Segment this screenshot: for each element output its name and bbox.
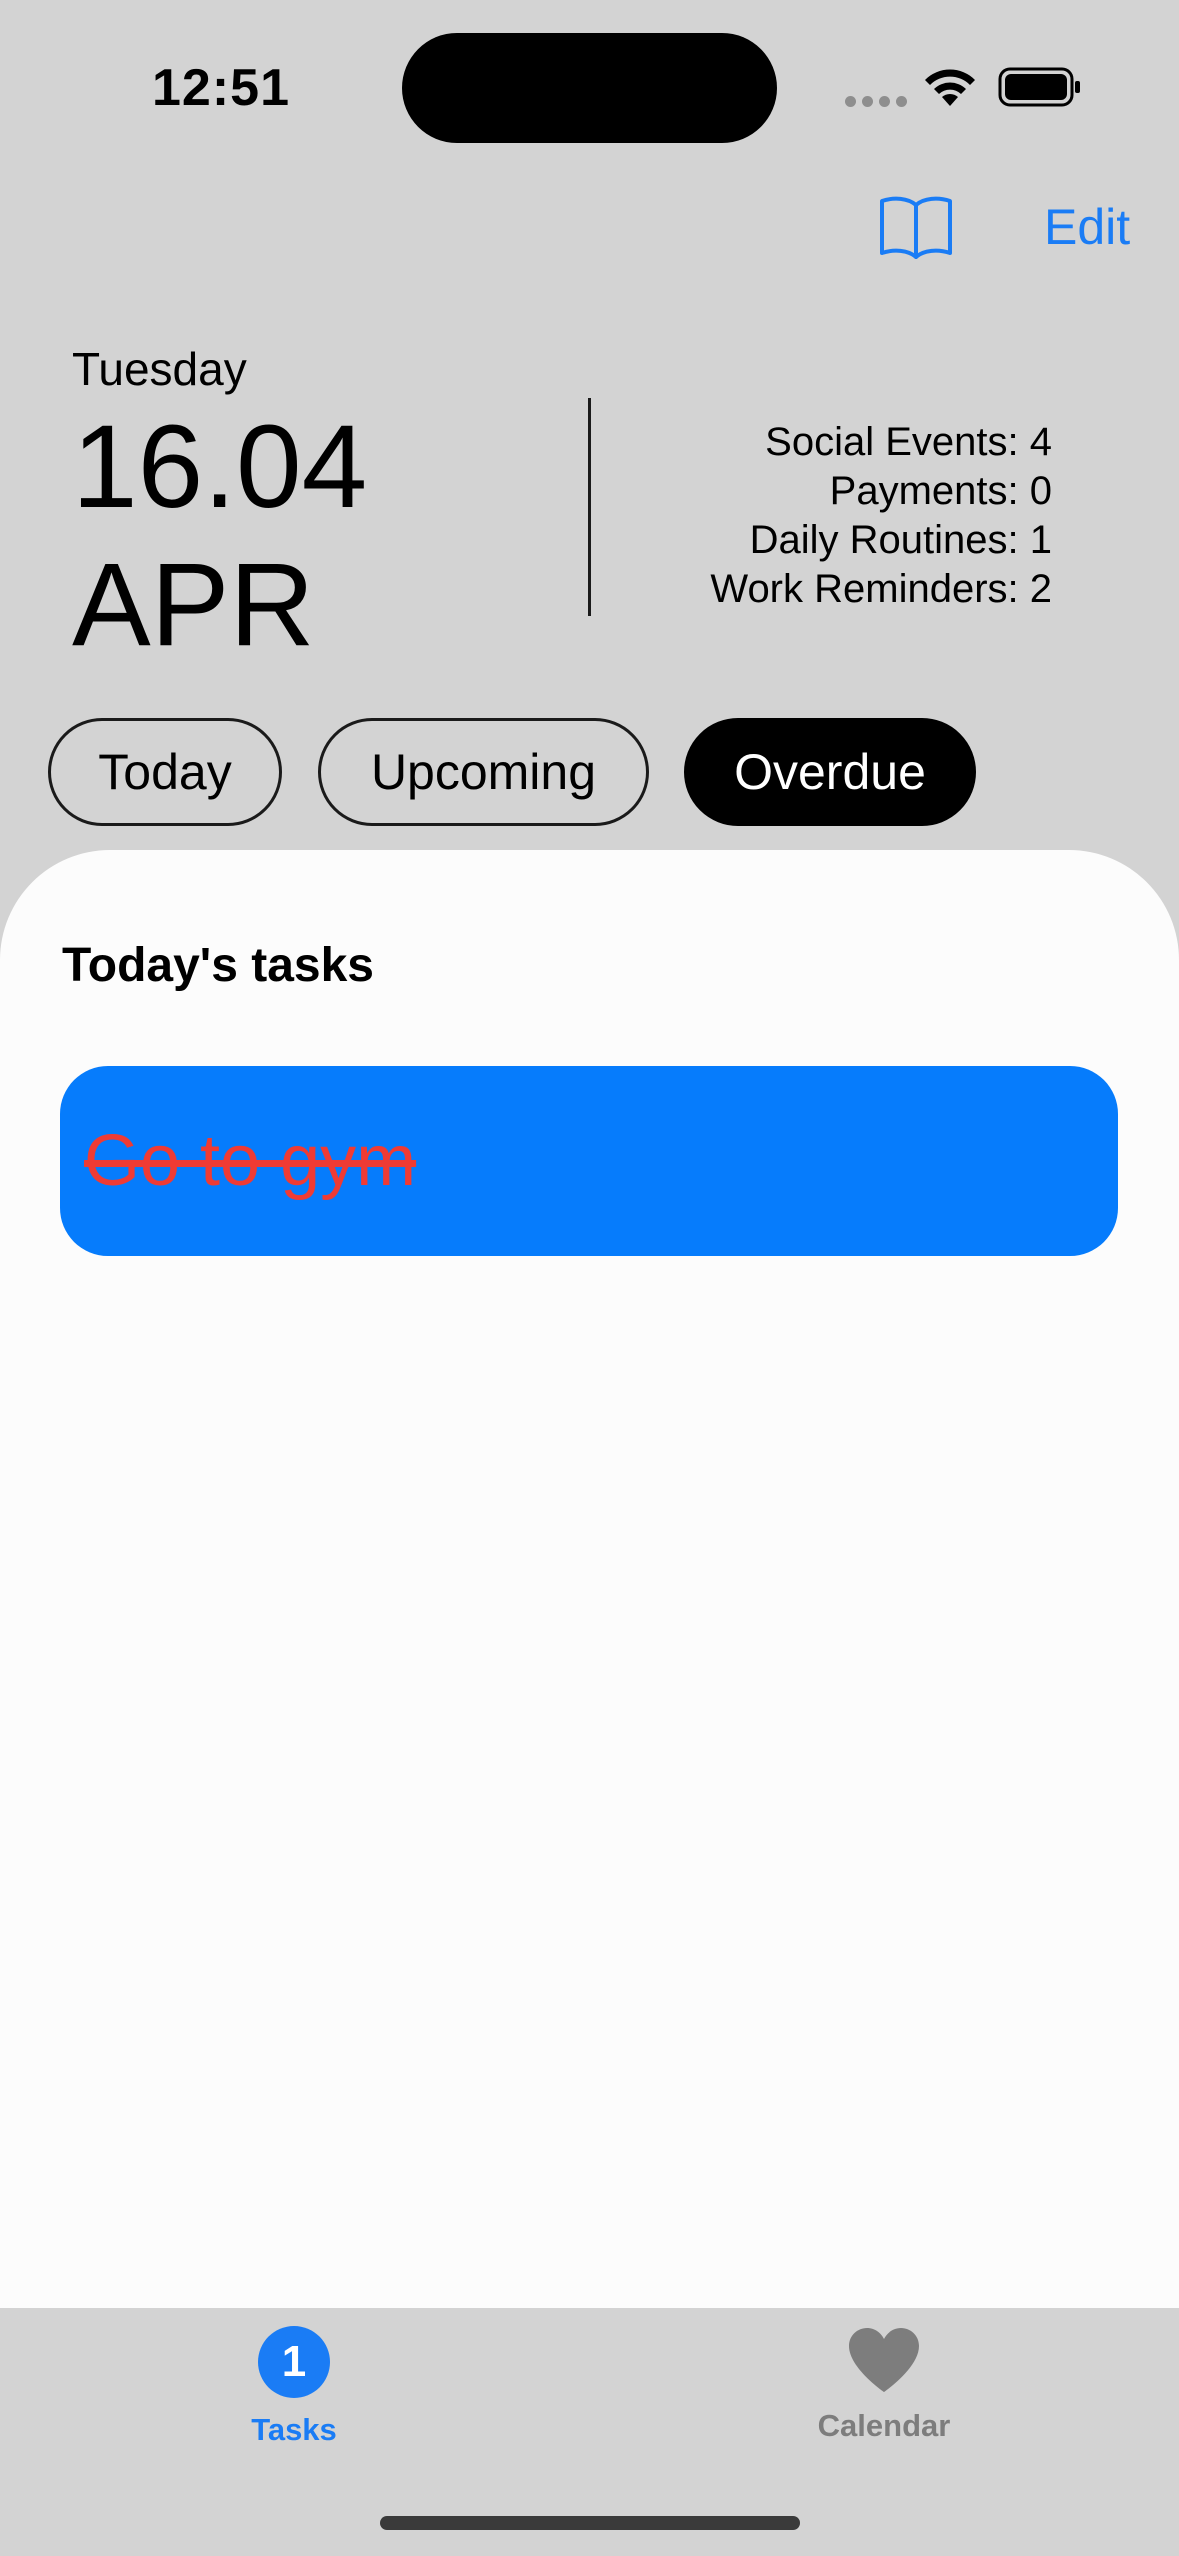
date-day: 16.04 xyxy=(72,401,368,533)
dynamic-island xyxy=(402,33,777,143)
tab-tasks[interactable]: 1 Tasks xyxy=(174,2326,414,2448)
battery-icon xyxy=(998,67,1080,107)
heart-icon xyxy=(849,2328,919,2392)
section-title: Today's tasks xyxy=(62,939,374,992)
cellular-signal-icon xyxy=(845,96,907,107)
count-daily-routines: Daily Routines: 1 xyxy=(749,518,1052,562)
tasks-badge-icon: 1 xyxy=(258,2326,330,2398)
wifi-icon xyxy=(925,69,975,106)
weekday-label: Tuesday xyxy=(72,343,247,395)
tab-tasks-label: Tasks xyxy=(251,2412,337,2447)
count-social-events: Social Events: 4 xyxy=(765,420,1052,464)
date-month: APR xyxy=(72,539,315,671)
task-item[interactable]: Go to gym xyxy=(60,1066,1118,1256)
book-icon[interactable] xyxy=(878,193,954,259)
tab-calendar[interactable]: Calendar xyxy=(764,2326,1004,2444)
filter-today-button[interactable]: Today xyxy=(48,718,282,826)
tab-calendar-label: Calendar xyxy=(817,2408,951,2443)
category-counts: Social Events: 4 Payments: 0 Daily Routi… xyxy=(710,418,1052,614)
task-text: Go to gym xyxy=(84,1121,417,1201)
edit-button[interactable]: Edit xyxy=(1044,198,1130,256)
count-work-reminders: Work Reminders: 2 xyxy=(710,567,1052,611)
filter-upcoming-button[interactable]: Upcoming xyxy=(318,718,649,826)
filter-overdue-button[interactable]: Overdue xyxy=(684,718,976,826)
count-payments: Payments: 0 xyxy=(829,469,1052,513)
status-time: 12:51 xyxy=(152,59,290,117)
header-divider xyxy=(588,398,591,616)
home-indicator xyxy=(380,2516,800,2530)
